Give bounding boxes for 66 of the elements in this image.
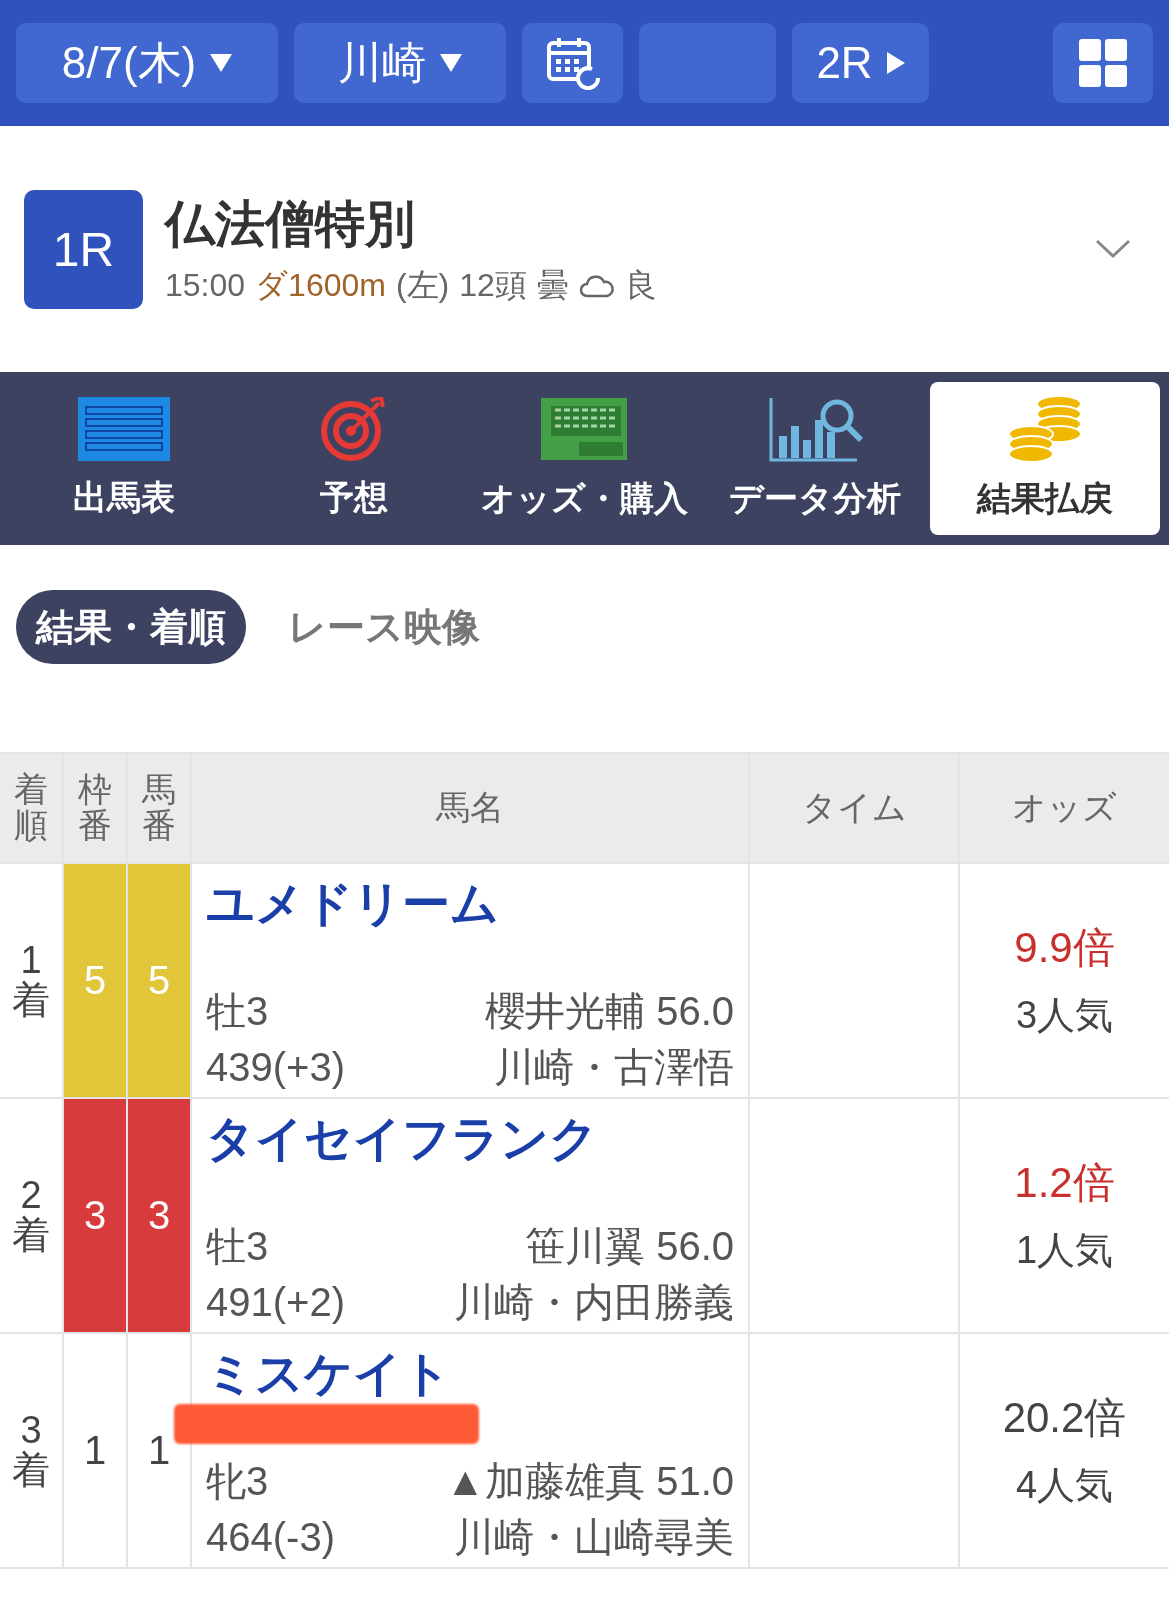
nav-tab[interactable]: 出馬表 [9,382,240,535]
finish-position: 2着 [12,1175,50,1256]
column-header: 馬名 [436,790,504,826]
start-time: 15:00 [165,267,246,304]
column-header: タイム [801,790,907,826]
target-icon [321,396,388,461]
trainer: 川崎・山崎尋美 [454,1513,734,1561]
odds-value: 1.2倍 [1014,1158,1115,1208]
next-race-button[interactable]: 2R [792,23,929,103]
column-header: オッズ [1012,790,1117,826]
horse-weight: 464(-3) [206,1513,335,1561]
grid-menu-button[interactable] [1053,23,1153,103]
horse-number: 3 [147,1193,171,1238]
venue-dropdown[interactable]: 川崎 [294,23,506,103]
finish-position: 1着 [12,940,50,1021]
horse-weight: 491(+2) [206,1278,345,1326]
caret-down-icon [210,54,233,72]
sub-tab[interactable]: 結果・着順 [16,590,246,664]
popularity-rank: 3人気 [1015,993,1114,1038]
nav-tab[interactable]: 結果払戻 [929,382,1160,535]
date-dropdown[interactable]: 8/7(木) [16,23,278,103]
horse-name-link[interactable]: ユメドリーム [206,878,499,931]
calendar-refresh-icon [545,36,600,90]
jockey-weight: 笹川翼 56.0 [525,1222,734,1270]
horse-name-link[interactable]: タイセイフランク [206,1113,598,1166]
nav-tab[interactable]: 予想 [239,382,470,535]
play-triangle-icon [886,52,905,74]
column-header: 馬番 [142,772,176,844]
cloud-icon [578,273,615,298]
expand-chevron-icon[interactable] [1095,239,1131,259]
nav-tab[interactable]: オッズ・購入 [469,382,700,535]
bet-sheet-icon [539,395,630,462]
finish-position: 3着 [12,1410,50,1491]
grid-icon [1079,39,1127,87]
course-direction: (左) [395,265,450,305]
sex-age: 牡3 [206,987,269,1035]
list-icon [78,396,171,461]
calendar-button[interactable] [522,23,623,103]
track-condition: 良 [624,265,657,305]
odds-value: 20.2倍 [1002,1393,1127,1443]
runner-count: 12頭 [459,265,527,305]
popularity-rank: 4人気 [1015,1463,1114,1508]
jockey-weight: 櫻井光輔 56.0 [485,987,734,1035]
trainer: 川崎・古澤悟 [494,1043,734,1091]
weather-text: 曇 [536,265,569,305]
sex-age: 牝3 [206,1457,269,1505]
horse-number: 5 [147,958,171,1003]
horse-name-link[interactable]: ミスケイト [206,1348,451,1401]
frame-number: 1 [83,1428,107,1473]
frame-number: 5 [83,958,107,1003]
race-title: 仏法僧特別 [165,194,416,254]
odds-value: 9.9倍 [1014,923,1115,973]
caret-down-icon [440,54,462,72]
nav-tab[interactable]: データ分析 [699,382,930,535]
frame-number: 3 [83,1193,107,1238]
column-header: 枠番 [78,772,112,844]
trainer: 川崎・内田勝義 [454,1278,734,1326]
column-header: 着順 [14,772,48,844]
horse-weight: 439(+3) [206,1043,345,1091]
horse-number: 1 [147,1428,171,1473]
sub-tab[interactable]: レース映像 [268,590,500,664]
course-distance: ダ1600m [255,265,386,305]
popularity-rank: 1人気 [1015,1228,1114,1273]
race-number-badge: 1R [24,189,143,309]
jockey-weight: ▲加藤雄真 51.0 [445,1457,734,1505]
sex-age: 牡3 [206,1222,269,1270]
